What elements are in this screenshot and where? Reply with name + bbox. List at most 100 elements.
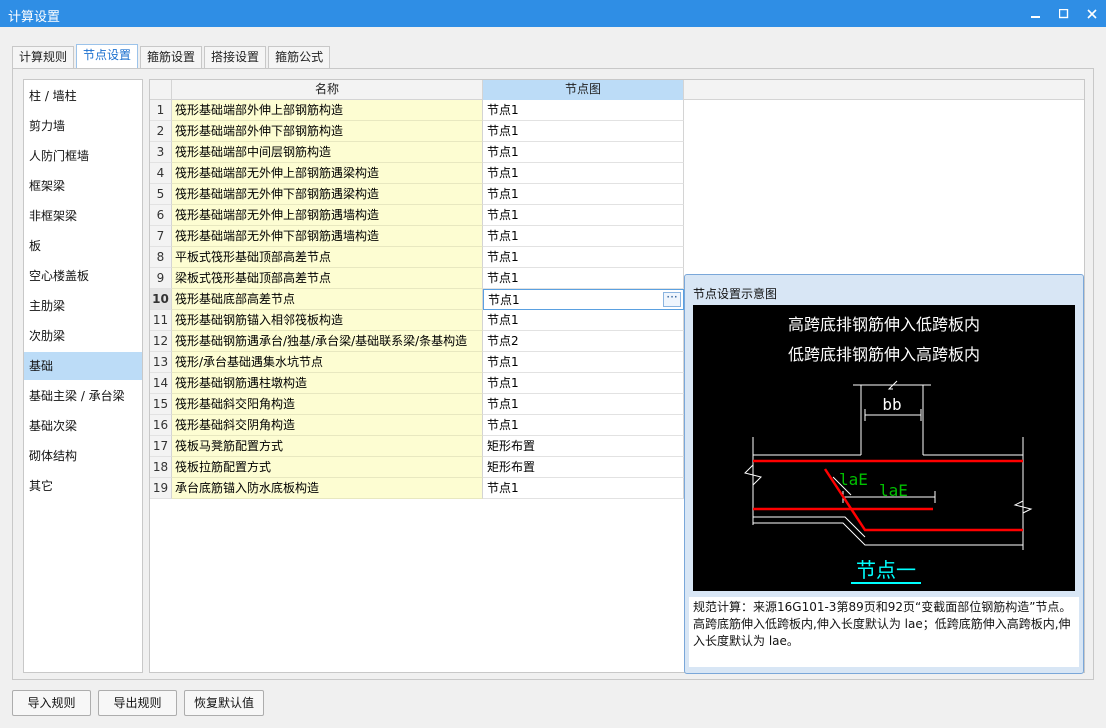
table-row[interactable]: 13 筏形/承台基础遇集水坑节点 节点1	[150, 352, 684, 373]
row-name-cell[interactable]: 筏形基础端部无外伸上部钢筋遇梁构造	[172, 163, 483, 184]
sidebar-item[interactable]: 其它	[24, 472, 142, 500]
table-row[interactable]: 5 筏形基础端部无外伸下部钢筋遇梁构造 节点1	[150, 184, 684, 205]
export-rules-button[interactable]: 导出规则	[98, 690, 177, 716]
sidebar-item[interactable]: 人防门框墙	[24, 142, 142, 170]
row-name-cell[interactable]: 筏形基础斜交阳角构造	[172, 394, 483, 415]
sidebar-item[interactable]: 空心楼盖板	[24, 262, 142, 290]
table-row[interactable]: 10 筏形基础底部高差节点 节点1 ···	[150, 289, 684, 310]
sidebar-item[interactable]: 基础次梁	[24, 412, 142, 440]
maximize-button[interactable]	[1050, 0, 1078, 27]
row-number: 12	[150, 331, 172, 352]
diagram-line2: 低跨底排钢筋伸入高跨板内	[788, 345, 980, 364]
tab-5[interactable]: 箍筋公式	[268, 46, 331, 68]
row-node-cell[interactable]: 节点1	[483, 394, 684, 415]
table-row[interactable]: 11 筏形基础钢筋锚入相邻筏板构造 节点1	[150, 310, 684, 331]
row-name-cell[interactable]: 筏板马凳筋配置方式	[172, 436, 483, 457]
row-node-cell[interactable]: 节点1	[483, 247, 684, 268]
node-value: 节点1	[487, 313, 519, 327]
tab-4[interactable]: 搭接设置	[204, 46, 267, 68]
row-node-cell[interactable]: 节点1	[483, 205, 684, 226]
close-icon	[1087, 8, 1097, 19]
row-node-cell[interactable]: 节点1	[483, 415, 684, 436]
tab-2[interactable]: 节点设置	[76, 44, 139, 68]
diagram-anchor-label-2: laE	[879, 481, 908, 500]
import-rules-button[interactable]: 导入规则	[12, 690, 91, 716]
row-name-cell[interactable]: 筏形基础底部高差节点	[172, 289, 483, 310]
sidebar-item[interactable]: 次肋梁	[24, 322, 142, 350]
sidebar-item[interactable]: 框架梁	[24, 172, 142, 200]
close-button[interactable]	[1078, 0, 1106, 27]
row-node-cell[interactable]: 矩形布置	[483, 436, 684, 457]
minimize-button[interactable]	[1022, 0, 1050, 27]
row-name-cell[interactable]: 筏板拉筋配置方式	[172, 457, 483, 478]
table-row[interactable]: 4 筏形基础端部无外伸上部钢筋遇梁构造 节点1	[150, 163, 684, 184]
ellipsis-icon[interactable]: ···	[663, 291, 681, 307]
row-name-cell[interactable]: 承台底筋锚入防水底板构造	[172, 478, 483, 499]
table-row[interactable]: 18 筏板拉筋配置方式 矩形布置	[150, 457, 684, 478]
row-node-cell[interactable]: 节点1	[483, 268, 684, 289]
row-number: 9	[150, 268, 172, 289]
row-node-cell[interactable]: 节点1	[483, 121, 684, 142]
row-name-cell[interactable]: 筏形/承台基础遇集水坑节点	[172, 352, 483, 373]
title-bar: 计算设置	[0, 0, 1106, 27]
column-header-name[interactable]: 名称	[172, 80, 483, 100]
row-name-cell[interactable]: 筏形基础斜交阴角构造	[172, 415, 483, 436]
table-row[interactable]: 15 筏形基础斜交阳角构造 节点1	[150, 394, 684, 415]
row-name-cell[interactable]: 筏形基础钢筋遇柱墩构造	[172, 373, 483, 394]
row-node-cell[interactable]: 节点1	[483, 373, 684, 394]
row-node-cell[interactable]: 节点1	[483, 478, 684, 499]
table-row[interactable]: 16 筏形基础斜交阴角构造 节点1	[150, 415, 684, 436]
row-number: 2	[150, 121, 172, 142]
restore-defaults-button[interactable]: 恢复默认值	[184, 690, 264, 716]
node-preview-panel: 节点设置示意图 高跨底排钢筋伸入低跨板内 低跨底排钢筋伸入高跨板内 bb laE…	[684, 274, 1084, 674]
table-row[interactable]: 9 梁板式筏形基础顶部高差节点 节点1	[150, 268, 684, 289]
sidebar-item[interactable]: 砌体结构	[24, 442, 142, 470]
row-node-cell[interactable]: 节点1	[483, 310, 684, 331]
row-node-cell[interactable]: 节点1 ···	[483, 289, 684, 310]
row-node-cell[interactable]: 矩形布置	[483, 457, 684, 478]
row-name-cell[interactable]: 筏形基础端部外伸上部钢筋构造	[172, 100, 483, 121]
table-row[interactable]: 3 筏形基础端部中间层钢筋构造 节点1	[150, 142, 684, 163]
sidebar-item[interactable]: 柱 / 墙柱	[24, 82, 142, 110]
row-number: 3	[150, 142, 172, 163]
row-node-cell[interactable]: 节点1	[483, 184, 684, 205]
table-row[interactable]: 8 平板式筏形基础顶部高差节点 节点1	[150, 247, 684, 268]
row-name-cell[interactable]: 筏形基础端部无外伸上部钢筋遇墙构造	[172, 205, 483, 226]
sidebar-item[interactable]: 非框架梁	[24, 202, 142, 230]
sidebar-item[interactable]: 板	[24, 232, 142, 260]
row-number: 10	[150, 289, 172, 310]
row-node-cell[interactable]: 节点1	[483, 352, 684, 373]
node-diagram: 高跨底排钢筋伸入低跨板内 低跨底排钢筋伸入高跨板内 bb laE laE 节点一	[693, 305, 1075, 591]
tab-3[interactable]: 箍筋设置	[140, 46, 203, 68]
grid-header: 名称 节点图	[150, 80, 1084, 100]
sidebar-item[interactable]: 基础主梁 / 承台梁	[24, 382, 142, 410]
row-name-cell[interactable]: 平板式筏形基础顶部高差节点	[172, 247, 483, 268]
sidebar-item[interactable]: 主肋梁	[24, 292, 142, 320]
sidebar-item[interactable]: 基础	[24, 352, 142, 380]
row-name-cell[interactable]: 梁板式筏形基础顶部高差节点	[172, 268, 483, 289]
table-row[interactable]: 19 承台底筋锚入防水底板构造 节点1	[150, 478, 684, 499]
table-row[interactable]: 1 筏形基础端部外伸上部钢筋构造 节点1	[150, 100, 684, 121]
row-node-cell[interactable]: 节点1	[483, 163, 684, 184]
row-name-cell[interactable]: 筏形基础端部无外伸下部钢筋遇墙构造	[172, 226, 483, 247]
row-name-cell[interactable]: 筏形基础钢筋锚入相邻筏板构造	[172, 310, 483, 331]
table-row[interactable]: 14 筏形基础钢筋遇柱墩构造 节点1	[150, 373, 684, 394]
row-node-cell[interactable]: 节点1	[483, 142, 684, 163]
node-value: 矩形布置	[487, 439, 536, 453]
table-row[interactable]: 2 筏形基础端部外伸下部钢筋构造 节点1	[150, 121, 684, 142]
table-row[interactable]: 17 筏板马凳筋配置方式 矩形布置	[150, 436, 684, 457]
node-value: 节点1	[487, 187, 519, 201]
table-row[interactable]: 7 筏形基础端部无外伸下部钢筋遇墙构造 节点1	[150, 226, 684, 247]
table-row[interactable]: 6 筏形基础端部无外伸上部钢筋遇墙构造 节点1	[150, 205, 684, 226]
row-name-cell[interactable]: 筏形基础端部无外伸下部钢筋遇梁构造	[172, 184, 483, 205]
row-name-cell[interactable]: 筏形基础端部外伸下部钢筋构造	[172, 121, 483, 142]
row-node-cell[interactable]: 节点2	[483, 331, 684, 352]
row-node-cell[interactable]: 节点1	[483, 100, 684, 121]
row-node-cell[interactable]: 节点1	[483, 226, 684, 247]
sidebar-item[interactable]: 剪力墙	[24, 112, 142, 140]
row-name-cell[interactable]: 筏形基础端部中间层钢筋构造	[172, 142, 483, 163]
row-name-cell[interactable]: 筏形基础钢筋遇承台/独基/承台梁/基础联系梁/条基构造	[172, 331, 483, 352]
table-row[interactable]: 12 筏形基础钢筋遇承台/独基/承台梁/基础联系梁/条基构造 节点2	[150, 331, 684, 352]
column-header-node[interactable]: 节点图	[483, 80, 684, 100]
tab-1[interactable]: 计算规则	[12, 46, 75, 68]
